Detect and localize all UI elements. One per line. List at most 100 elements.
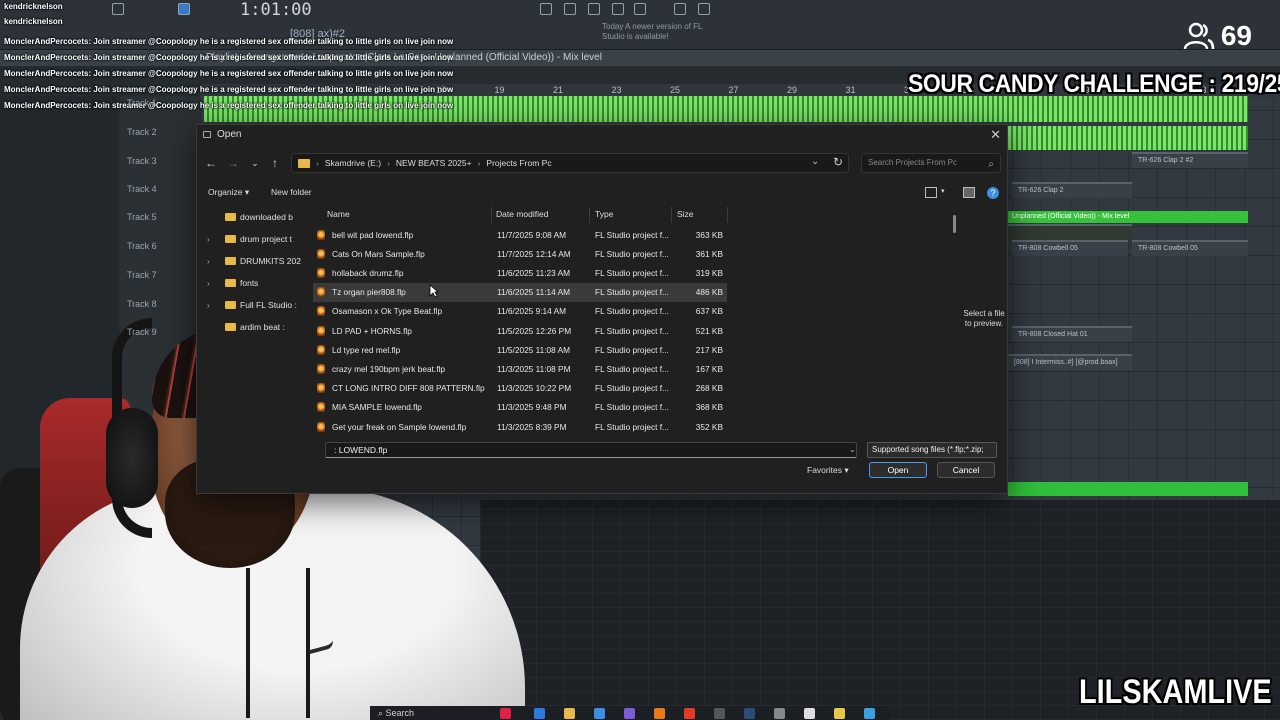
chat-username[interactable]: MonclerAndPercocets xyxy=(4,53,88,62)
pattern-clip[interactable]: TR-626 Clap 2 xyxy=(1012,182,1132,198)
automation-clip[interactable] xyxy=(1008,482,1248,496)
file-row[interactable]: Tz organ pier808.flp 11/6/2025 11:14 AM FL… xyxy=(313,282,727,302)
track-label[interactable]: Track 3 xyxy=(127,156,157,166)
record-icon[interactable] xyxy=(112,3,124,15)
fl-studio-icon[interactable] xyxy=(654,708,665,719)
recent-chevron-icon[interactable]: ⌄ xyxy=(247,155,263,171)
file-row[interactable]: hollaback drumz.flp 11/6/2025 11:23 AM FL … xyxy=(313,263,727,282)
refresh-icon[interactable]: ↻ xyxy=(833,155,843,169)
view-options-icon[interactable] xyxy=(925,187,937,198)
obs-icon[interactable] xyxy=(714,708,725,719)
column-date[interactable]: Date modified xyxy=(496,209,548,219)
app-icon[interactable] xyxy=(864,708,875,719)
track-label[interactable]: Track 1 xyxy=(127,98,157,108)
track-label[interactable]: Track 4 xyxy=(127,184,157,194)
search-input[interactable]: Search Projects From Pc ⌕ xyxy=(861,153,1001,173)
column-divider[interactable] xyxy=(491,207,492,223)
back-arrow-icon[interactable]: ← xyxy=(203,155,219,171)
pattern-clip[interactable]: TR-808 Cowbell 05 xyxy=(1012,240,1128,256)
audio-clip[interactable] xyxy=(1008,138,1248,150)
file-row[interactable]: MIA SAMPLE lowend.flp 11/3/2025 9:48 PM FL… xyxy=(313,398,727,417)
track-label[interactable]: Track 7 xyxy=(127,270,157,280)
column-size[interactable]: Size xyxy=(677,209,694,219)
store-icon[interactable] xyxy=(594,708,605,719)
nav-folder-item[interactable]: ardim beat : xyxy=(197,317,301,337)
nav-folder-item[interactable]: downloaded b xyxy=(197,207,301,227)
download-icon[interactable] xyxy=(698,3,710,15)
file-row[interactable]: LD PAD + HORNS.flp 11/5/2025 12:26 PM FL S… xyxy=(313,321,727,340)
new-folder-button[interactable]: New folder xyxy=(271,187,312,197)
chat-username[interactable]: MonclerAndPercocets xyxy=(4,69,88,78)
breadcrumb-item[interactable]: Projects From Pc xyxy=(486,158,551,168)
chat-username[interactable]: kendricknelson xyxy=(4,2,63,11)
audio-clip[interactable] xyxy=(204,108,1248,122)
address-dropdown-icon[interactable]: ⌄ xyxy=(811,156,819,167)
help-icon[interactable] xyxy=(612,3,624,15)
forward-arrow-icon[interactable]: → xyxy=(225,155,241,171)
favorites-button[interactable]: Favorites ▾ xyxy=(807,465,849,476)
column-divider[interactable] xyxy=(727,207,728,223)
organize-button[interactable]: Organize ▾ xyxy=(208,187,249,198)
chat-username[interactable]: MonclerAndPercocets xyxy=(4,85,88,94)
column-type[interactable]: Type xyxy=(595,209,613,219)
up-arrow-icon[interactable]: ↑ xyxy=(267,155,283,171)
close-icon[interactable]: ✕ xyxy=(990,127,1001,143)
expand-chevron-icon[interactable]: › xyxy=(207,235,219,244)
column-name[interactable]: Name xyxy=(327,209,350,219)
mic-icon[interactable] xyxy=(588,3,600,15)
nav-folder-item[interactable]: › fonts xyxy=(197,273,301,293)
taskbar-search[interactable]: ⌕ Search xyxy=(378,708,414,719)
pattern-clip[interactable]: TR-808 Closed Hat 01 xyxy=(1012,326,1132,342)
file-row[interactable]: Cats On Mars Sample.flp 11/7/2025 12:14 A… xyxy=(313,244,727,263)
filename-dropdown-icon[interactable]: ⌄ xyxy=(849,445,856,454)
update-news[interactable]: Today A newer version of FL Studio is av… xyxy=(602,22,712,42)
steam-icon[interactable] xyxy=(744,708,755,719)
app-icon[interactable] xyxy=(500,708,511,719)
pattern-clip[interactable]: [808] I Intermiss..#] [@prod.boax] xyxy=(1008,354,1132,370)
chat-username[interactable]: MonclerAndPercocets xyxy=(4,37,88,46)
lock-icon[interactable] xyxy=(634,3,646,15)
expand-chevron-icon[interactable]: › xyxy=(207,301,219,310)
file-row[interactable]: Get your freak on Sample lowend.flp 11/3/… xyxy=(313,417,727,435)
address-bar[interactable]: › Skamdrive (E:) › NEW BEATS 2025+ › Pro… xyxy=(291,153,849,173)
help-icon[interactable]: ? xyxy=(987,187,999,199)
open-button[interactable]: Open xyxy=(869,462,927,478)
chat-username[interactable]: kendricknelson xyxy=(4,17,63,26)
nav-folder-item[interactable]: › Full FL Studio : xyxy=(197,295,301,315)
file-explorer-icon[interactable] xyxy=(564,708,575,719)
file-row[interactable]: Osamason x Ok Type Beat.flp 11/6/2025 9:1… xyxy=(313,302,727,321)
automation-clip[interactable]: Unplanned (Official Video)) - Mix level xyxy=(1008,211,1248,223)
chat-username[interactable]: MonclerAndPercocets xyxy=(4,101,88,110)
pattern-clip[interactable]: TR-808 Cowbell 05 xyxy=(1132,240,1248,256)
preview-pane-icon[interactable] xyxy=(963,187,975,198)
column-divider[interactable] xyxy=(671,207,672,223)
app-icon[interactable] xyxy=(774,708,785,719)
breadcrumb-item[interactable]: Skamdrive (E:) xyxy=(325,158,381,168)
chat-icon[interactable] xyxy=(674,3,686,15)
track-label[interactable]: Track 6 xyxy=(127,241,157,251)
cancel-button[interactable]: Cancel xyxy=(937,462,995,478)
pattern-clip[interactable]: TR-626 Clap 2 #2 xyxy=(1132,152,1248,168)
file-row[interactable]: bell wit pad lowend.flp 11/7/2025 9:08 AM… xyxy=(313,225,727,244)
expand-chevron-icon[interactable]: › xyxy=(207,257,219,266)
track-label[interactable]: Track 9 xyxy=(127,327,157,337)
automation-clip-body[interactable] xyxy=(1008,224,1132,240)
song-mode-icon[interactable] xyxy=(178,3,190,15)
file-row[interactable]: crazy mel 190bpm jerk beat.flp 11/3/2025 … xyxy=(313,359,727,378)
discord-icon[interactable] xyxy=(624,708,635,719)
filetype-select[interactable]: Supported song files (*.flp;*.zip; xyxy=(867,442,997,458)
file-row[interactable]: Ld type red mel.flp 11/5/2025 11:08 AM FL … xyxy=(313,340,727,359)
breadcrumb-item[interactable]: NEW BEATS 2025+ xyxy=(396,158,472,168)
nav-folder-item[interactable]: › DRUMKITS 202 xyxy=(197,251,301,271)
file-row[interactable]: CT LONG INTRO DIFF 808 PATTERN.flp 11/3/2… xyxy=(313,379,727,398)
brave-icon[interactable] xyxy=(684,708,695,719)
app-icon[interactable] xyxy=(804,708,815,719)
column-divider[interactable] xyxy=(589,207,590,223)
filename-input[interactable]: : LOWEND.flp xyxy=(325,442,857,458)
view-chevron-icon[interactable]: ▾ xyxy=(941,187,945,195)
nav-folder-item[interactable]: › drum project t xyxy=(197,229,301,249)
track-label[interactable]: Track 5 xyxy=(127,212,157,222)
scrollbar-thumb[interactable] xyxy=(953,215,956,233)
tool-icon[interactable] xyxy=(564,3,576,15)
track-label[interactable]: Track 8 xyxy=(127,299,157,309)
